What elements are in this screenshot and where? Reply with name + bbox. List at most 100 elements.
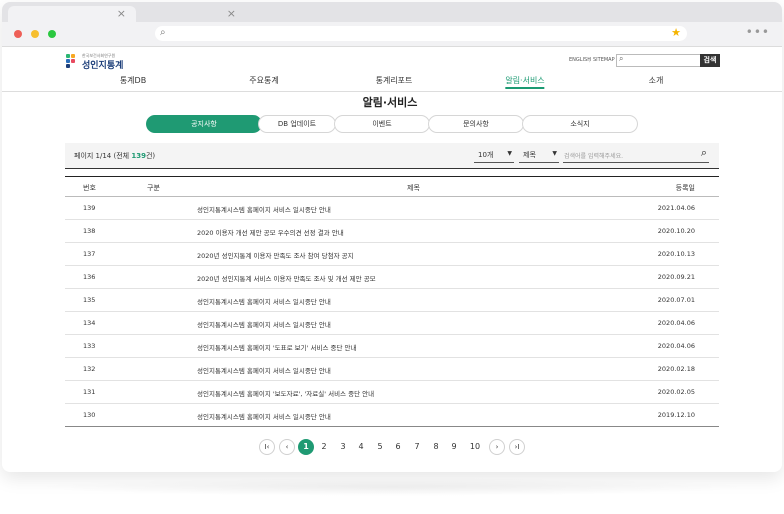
tab-event[interactable]: 이벤트 bbox=[334, 115, 430, 133]
frame-shadow bbox=[30, 478, 754, 496]
first-page-button[interactable]: I‹ bbox=[259, 439, 275, 455]
row-num: 132 bbox=[83, 365, 96, 373]
row-title-link[interactable]: 성인지통계시스템 홈페이지 서비스 일시중단 안내 bbox=[197, 365, 331, 375]
page-title: 알림·서비스 bbox=[362, 96, 418, 109]
search-input[interactable]: 검색어를 입력해주세요. ⌕ bbox=[563, 146, 709, 163]
row-date: 2020.07.01 bbox=[657, 296, 695, 304]
tab-db-update[interactable]: DB 업데이트 bbox=[258, 115, 336, 133]
row-date: 2020.10.13 bbox=[657, 250, 695, 258]
page-1-button[interactable]: 1 bbox=[298, 439, 314, 455]
prev-page-button[interactable]: ‹ bbox=[279, 439, 295, 455]
search-icon[interactable]: ⌕ bbox=[701, 146, 707, 160]
result-count: 페이지 1/14 (전체 139건) bbox=[74, 152, 156, 160]
window-maximize-dot[interactable] bbox=[48, 30, 56, 38]
table-row[interactable]: 135 성인지통계시스템 홈페이지 서비스 일시중단 안내 2020.07.01 bbox=[65, 289, 719, 312]
page-8-button[interactable]: 8 bbox=[428, 439, 444, 455]
logo-mark-icon bbox=[66, 54, 78, 68]
header-search-input[interactable]: ⌕ bbox=[616, 54, 702, 67]
english-link[interactable]: ENGLISH bbox=[569, 57, 591, 63]
bookmark-star-icon[interactable]: ★ bbox=[671, 26, 681, 39]
row-date: 2020.04.06 bbox=[657, 342, 695, 350]
nav-item-key-stats[interactable]: 주요통계 bbox=[249, 75, 278, 86]
row-date: 2020.02.18 bbox=[657, 365, 695, 373]
page-4-button[interactable]: 4 bbox=[353, 439, 369, 455]
row-date: 2020.09.21 bbox=[657, 273, 695, 281]
row-title-link[interactable]: 성인지통계시스템 홈페이지 '보도자료', '자료실' 서비스 중단 안내 bbox=[197, 388, 374, 398]
sub-tabs: 공지사항 DB 업데이트 이벤트 문의사항 소식지 bbox=[146, 115, 638, 133]
row-title-link[interactable]: 2020년 성인지통계 서비스 이용자 만족도 조사 및 개선 제안 공모 bbox=[197, 273, 376, 283]
browser-tab-active[interactable]: × bbox=[8, 6, 136, 22]
row-num: 138 bbox=[83, 227, 96, 235]
table-row[interactable]: 139 성인지통계시스템 홈페이지 서비스 일시중단 안내 2021.04.06 bbox=[65, 197, 719, 220]
nav-item-stats-db[interactable]: 통계DB bbox=[120, 75, 146, 86]
row-num: 130 bbox=[83, 411, 96, 419]
chevron-down-icon: ▼ bbox=[507, 150, 512, 157]
site-header: 한국보건사회연구원 성인지통계 ENGLISH | SITEMAP ⌕ 검색 bbox=[2, 47, 782, 73]
tab-notice[interactable]: 공지사항 bbox=[146, 115, 262, 133]
table-row[interactable]: 138 2020 이용자 개선 제안 공모 우수의견 선정 결과 안내 2020.1… bbox=[65, 220, 719, 243]
header-category: 구분 bbox=[147, 184, 160, 192]
header-num: 번호 bbox=[83, 184, 96, 192]
table-row[interactable]: 137 2020년 성인지통계 이용자 만족도 조사 참여 당첨자 공지 2020.… bbox=[65, 243, 719, 266]
header-date: 등록일 bbox=[675, 184, 695, 192]
page-10-button[interactable]: 10 bbox=[467, 439, 483, 455]
page-6-button[interactable]: 6 bbox=[390, 439, 406, 455]
page-9-button[interactable]: 9 bbox=[446, 439, 462, 455]
browser-tab[interactable]: × bbox=[136, 6, 246, 22]
nav-item-stats-report[interactable]: 통계리포트 bbox=[376, 75, 413, 86]
row-num: 134 bbox=[83, 319, 96, 327]
window-minimize-dot[interactable] bbox=[31, 30, 39, 38]
row-date: 2019.12.10 bbox=[657, 411, 695, 419]
sitemap-link[interactable]: SITEMAP bbox=[593, 57, 615, 63]
browser-tabstrip: × × bbox=[2, 2, 782, 22]
notice-table: 번호 구분 제목 등록일 139 성인지통계시스템 홈페이지 서비스 일시중단 안… bbox=[65, 176, 719, 427]
row-date: 2020.10.20 bbox=[657, 227, 695, 235]
row-title-link[interactable]: 성인지통계시스템 홈페이지 서비스 일시중단 안내 bbox=[197, 204, 331, 214]
util-divider: | bbox=[589, 57, 591, 63]
page-7-button[interactable]: 7 bbox=[409, 439, 425, 455]
table-row[interactable]: 133 성인지통계시스템 홈페이지 '도표로 보기' 서비스 중단 안내 2020.… bbox=[65, 335, 719, 358]
tab-newsletter[interactable]: 소식지 bbox=[522, 115, 638, 133]
table-row[interactable]: 136 2020년 성인지통계 서비스 이용자 만족도 조사 및 개선 제안 공모… bbox=[65, 266, 719, 289]
page-2-button[interactable]: 2 bbox=[316, 439, 332, 455]
row-title-link[interactable]: 2020 이용자 개선 제안 공모 우수의견 선정 결과 안내 bbox=[197, 227, 344, 237]
row-title-link[interactable]: 성인지통계시스템 홈페이지 서비스 일시중단 안내 bbox=[197, 411, 331, 421]
search-icon: ⌕ bbox=[160, 27, 166, 38]
last-page-button[interactable]: ›I bbox=[509, 439, 525, 455]
main-nav: 통계DB 주요통계 통계리포트 알림·서비스 소개 bbox=[2, 73, 782, 92]
row-title-link[interactable]: 성인지통계시스템 홈페이지 '도표로 보기' 서비스 중단 안내 bbox=[197, 342, 357, 352]
row-num: 139 bbox=[83, 204, 96, 212]
nav-item-notice-service[interactable]: 알림·서비스 bbox=[505, 75, 545, 89]
tab-inquiry[interactable]: 문의사항 bbox=[428, 115, 524, 133]
close-tab-icon[interactable]: × bbox=[227, 7, 236, 20]
site-logo[interactable]: 한국보건사회연구원 성인지통계 bbox=[66, 52, 126, 71]
table-row[interactable]: 132 성인지통계시스템 홈페이지 서비스 일시중단 안내 2020.02.18 bbox=[65, 358, 719, 381]
row-title-link[interactable]: 2020년 성인지통계 이용자 만족도 조사 참여 당첨자 공지 bbox=[197, 250, 354, 260]
page-size-select[interactable]: 10개 ▼ bbox=[474, 148, 514, 163]
browser-menu-icon[interactable]: ••• bbox=[746, 25, 770, 39]
header-search-button[interactable]: 검색 bbox=[700, 54, 720, 67]
logo-title: 성인지통계 bbox=[82, 61, 124, 71]
search-icon: ⌕ bbox=[619, 54, 624, 63]
row-num: 136 bbox=[83, 273, 96, 281]
row-num: 135 bbox=[83, 296, 96, 304]
row-num: 133 bbox=[83, 342, 96, 350]
next-page-button[interactable]: › bbox=[489, 439, 505, 455]
page-5-button[interactable]: 5 bbox=[372, 439, 388, 455]
table-row[interactable]: 130 성인지통계시스템 홈페이지 서비스 일시중단 안내 2019.12.10 bbox=[65, 404, 719, 427]
table-row[interactable]: 131 성인지통계시스템 홈페이지 '보도자료', '자료실' 서비스 중단 안내… bbox=[65, 381, 719, 404]
row-title-link[interactable]: 성인지통계시스템 홈페이지 서비스 일시중단 안내 bbox=[197, 296, 331, 306]
row-date: 2021.04.06 bbox=[657, 204, 695, 212]
close-tab-icon[interactable]: × bbox=[117, 7, 126, 20]
nav-item-about[interactable]: 소개 bbox=[649, 75, 664, 86]
row-date: 2020.04.06 bbox=[657, 319, 695, 327]
search-field-select[interactable]: 제목 ▼ bbox=[519, 148, 559, 163]
row-num: 137 bbox=[83, 250, 96, 258]
table-row[interactable]: 134 성인지통계시스템 홈페이지 서비스 일시중단 안내 2020.04.06 bbox=[65, 312, 719, 335]
row-num: 131 bbox=[83, 388, 96, 396]
address-bar[interactable]: ⌕ ★ bbox=[155, 26, 687, 41]
page-3-button[interactable]: 3 bbox=[335, 439, 351, 455]
window-close-dot[interactable] bbox=[14, 30, 22, 38]
header-title: 제목 bbox=[407, 184, 420, 192]
row-title-link[interactable]: 성인지통계시스템 홈페이지 서비스 일시중단 안내 bbox=[197, 319, 331, 329]
